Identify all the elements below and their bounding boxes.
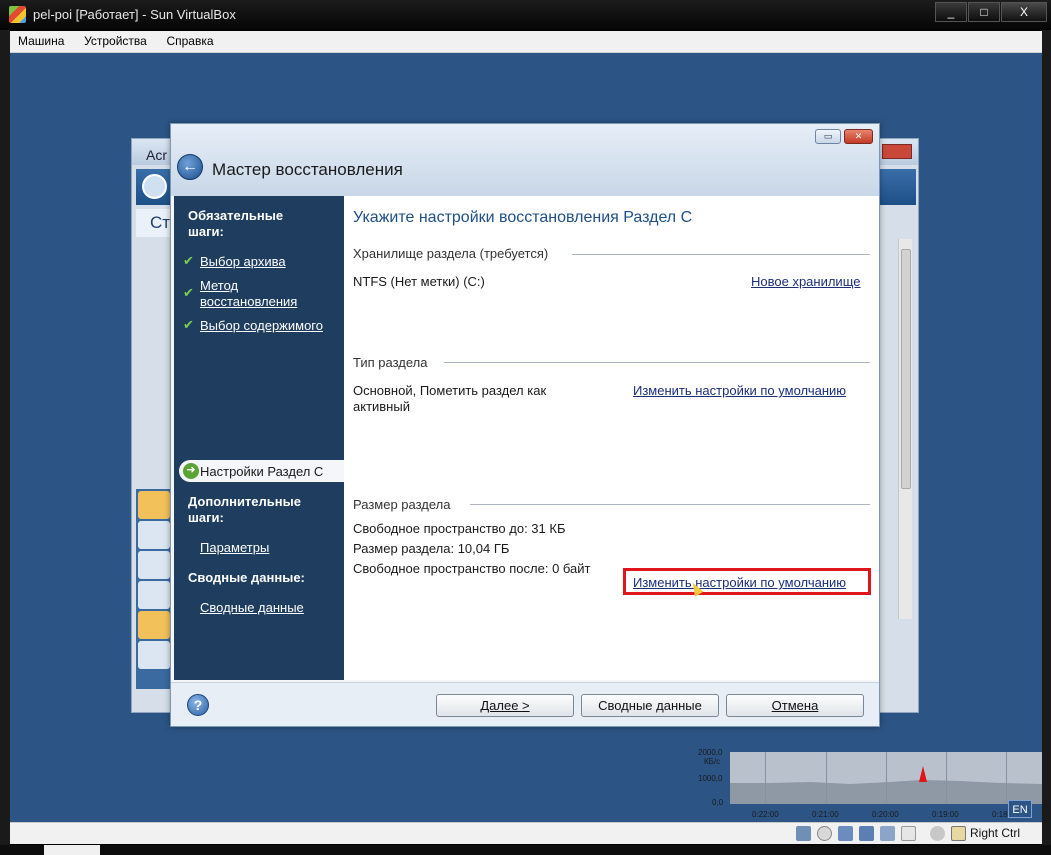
background-scrollbar-thumb[interactable] bbox=[901, 249, 911, 489]
wizard-nav: Обязательные шаги: ✔ Выбор архива ✔ Мето… bbox=[174, 196, 344, 680]
mouse-integration-icon[interactable] bbox=[930, 826, 945, 841]
window-title: pel-poi [Работает] - Sun VirtualBox bbox=[33, 7, 236, 22]
keyboard-capture-icon[interactable] bbox=[951, 826, 966, 841]
monitor-icon[interactable] bbox=[138, 581, 170, 609]
backup-icon[interactable] bbox=[138, 521, 170, 549]
graph-gridline bbox=[826, 752, 827, 804]
vbox-statusbar: Right Ctrl bbox=[10, 822, 1042, 844]
summary-button[interactable]: Сводные данные bbox=[581, 694, 719, 717]
cd-icon[interactable] bbox=[817, 826, 832, 841]
graph-y-label-top: 2000,0 bbox=[698, 748, 723, 757]
nav-optional-heading: Дополнительные шаги: bbox=[188, 494, 301, 525]
language-indicator[interactable]: EN bbox=[1008, 800, 1032, 818]
graph-y-label-bottom: 0,0 bbox=[712, 798, 724, 807]
toolbox-icon[interactable] bbox=[138, 611, 170, 639]
network-graph-widget: 2000,0 КБ/с 1000,0 0,0 0:22:00 0:21:00 0… bbox=[668, 748, 1042, 822]
menu-machine[interactable]: Машина bbox=[10, 31, 72, 52]
partition-size-section-title: Размер раздела bbox=[353, 497, 451, 512]
checkmark-icon: ✔ bbox=[183, 317, 194, 332]
clipboard-icon[interactable] bbox=[138, 551, 170, 579]
virtualbox-app-icon bbox=[9, 6, 26, 23]
wizard-content: Укажите настройки восстановления Раздел … bbox=[344, 196, 879, 680]
background-sidebar bbox=[136, 489, 172, 689]
window-border-left bbox=[0, 30, 10, 855]
search-icon[interactable] bbox=[138, 641, 170, 669]
taskbar-item[interactable] bbox=[44, 845, 100, 855]
graph-x-label: 0:20:00 bbox=[872, 810, 899, 819]
highlight-annotation-box bbox=[623, 568, 871, 595]
nav-step-summary[interactable]: Сводные данные bbox=[200, 600, 304, 616]
vbox-menubar: Машина Устройства Справка bbox=[10, 31, 1042, 53]
change-type-defaults-link[interactable]: Изменить настройки по умолчанию bbox=[633, 383, 846, 398]
free-space-before: Свободное пространство до: 31 КБ bbox=[353, 521, 566, 536]
guest-screen[interactable]: Acr Ст ▭ ✕ ← Мастер восстановления Обяза… bbox=[10, 53, 1042, 822]
section-divider bbox=[444, 362, 870, 363]
cancel-button[interactable]: Отмена bbox=[726, 694, 864, 717]
back-arrow-icon[interactable]: ← bbox=[177, 154, 203, 180]
new-storage-link[interactable]: Новое хранилище bbox=[751, 274, 860, 289]
checkmark-icon: ✔ bbox=[183, 285, 194, 300]
nav-step-archive[interactable]: Выбор архива bbox=[200, 254, 286, 270]
checkmark-icon: ✔ bbox=[183, 253, 194, 268]
graph-gridline bbox=[886, 752, 887, 804]
arrow-right-icon: ➜ bbox=[183, 463, 199, 479]
hard-disk-icon[interactable] bbox=[796, 826, 811, 841]
graph-x-label: 0:19:00 bbox=[932, 810, 959, 819]
partition-size-value: Размер раздела: 10,04 ГБ bbox=[353, 541, 510, 556]
background-window-close-button[interactable] bbox=[882, 144, 912, 159]
nav-step-parameters[interactable]: Параметры bbox=[200, 540, 269, 556]
background-back-icon[interactable] bbox=[142, 174, 167, 199]
content-heading: Укажите настройки восстановления Раздел … bbox=[353, 209, 693, 226]
graph-x-label: 0:22:00 bbox=[752, 810, 779, 819]
nav-summary-heading: Сводные данные: bbox=[188, 570, 305, 585]
partition-type-section-title: Тип раздела bbox=[353, 355, 428, 370]
wizard-header: ▭ ✕ ← Мастер восстановления bbox=[171, 124, 879, 196]
section-divider bbox=[572, 254, 870, 255]
host-key-label: Right Ctrl bbox=[970, 826, 1021, 840]
menu-help[interactable]: Справка bbox=[158, 31, 221, 52]
host-taskbar bbox=[0, 845, 1051, 855]
cancel-button-label: Отмена bbox=[771, 698, 819, 713]
recovery-wizard-window: ▭ ✕ ← Мастер восстановления Обязательные… bbox=[170, 123, 880, 727]
graph-y-label-mid: 1000,0 bbox=[698, 774, 723, 783]
shared-folders-icon[interactable] bbox=[880, 826, 895, 841]
usb-icon[interactable] bbox=[859, 826, 874, 841]
network-icon[interactable] bbox=[838, 826, 853, 841]
free-space-after: Свободное пространство после: 0 байт bbox=[353, 561, 591, 576]
graph-gridline bbox=[765, 752, 766, 804]
wizard-title: Мастер восстановления bbox=[212, 160, 403, 179]
nav-required-heading: Обязательные шаги: bbox=[188, 208, 284, 239]
section-divider bbox=[470, 504, 870, 505]
minimize-button[interactable]: _ bbox=[935, 2, 967, 22]
wizard-footer: ? Далее > Сводные данные Отмена bbox=[171, 682, 879, 726]
storage-section-title: Хранилище раздела (требуется) bbox=[353, 246, 549, 261]
graph-x-label: 0:21:00 bbox=[812, 810, 839, 819]
background-window-title: Acr bbox=[146, 147, 167, 163]
menu-devices[interactable]: Устройства bbox=[76, 31, 155, 52]
graph-y-unit: КБ/с bbox=[704, 757, 721, 766]
window-border-right bbox=[1042, 30, 1051, 855]
storage-value: NTFS (Нет метки) (C:) bbox=[353, 274, 485, 289]
background-scrollbar[interactable] bbox=[898, 239, 912, 619]
display-icon[interactable] bbox=[901, 826, 916, 841]
next-button-label: Далее > bbox=[480, 698, 530, 713]
wizard-restore-button[interactable]: ▭ bbox=[815, 129, 841, 144]
nav-step-current-label: Настройки Раздел C bbox=[200, 464, 324, 479]
nav-step-content[interactable]: Выбор содержимого bbox=[200, 318, 323, 334]
next-button[interactable]: Далее > bbox=[436, 694, 574, 717]
close-button[interactable]: X bbox=[1001, 2, 1047, 22]
summary-button-label: Сводные данные bbox=[598, 698, 702, 713]
wizard-close-button[interactable]: ✕ bbox=[844, 129, 873, 144]
nav-step-method[interactable]: Метод восстановления bbox=[200, 278, 320, 310]
nav-step-current[interactable]: ➜ Настройки Раздел C bbox=[179, 460, 344, 482]
vbox-titlebar: pel-poi [Работает] - Sun VirtualBox _ □ … bbox=[0, 0, 1051, 30]
partition-type-value: Основной, Пометить раздел как активный bbox=[353, 383, 547, 414]
disk-icon[interactable] bbox=[138, 491, 170, 519]
graph-gridline bbox=[1006, 752, 1007, 804]
help-icon[interactable]: ? bbox=[187, 694, 209, 716]
maximize-button[interactable]: □ bbox=[968, 2, 1000, 22]
graph-gridline bbox=[946, 752, 947, 804]
